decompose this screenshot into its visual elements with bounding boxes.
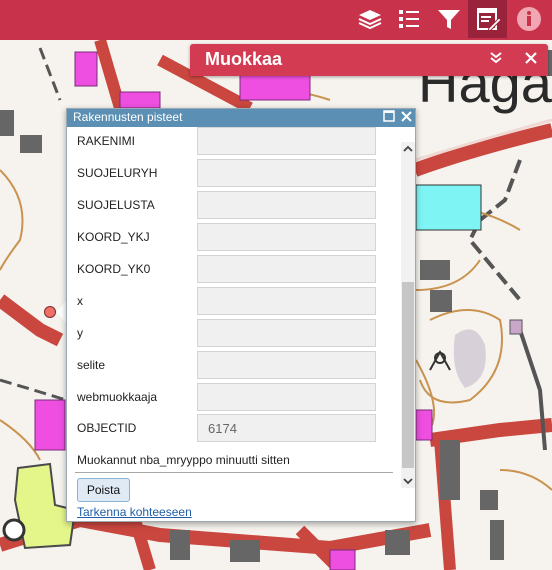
chevron-down-icon xyxy=(403,472,413,490)
koord-yk0-field[interactable] xyxy=(197,255,376,283)
y-field[interactable] xyxy=(197,319,376,347)
delete-button[interactable]: Poista xyxy=(77,478,130,502)
chevron-up-icon xyxy=(403,140,413,158)
field-label: RAKENIMI xyxy=(77,134,136,148)
collapse-button[interactable] xyxy=(486,50,506,70)
maximize-button[interactable] xyxy=(381,110,397,126)
map-toolbar xyxy=(0,0,552,40)
popup-title: Rakennusten pisteet xyxy=(73,110,183,124)
close-edit-panel-button[interactable] xyxy=(521,50,541,70)
legend-button[interactable] xyxy=(389,0,428,38)
info-button[interactable] xyxy=(509,0,548,38)
field-row-koord-yk0: KOORD_YK0 xyxy=(67,253,397,285)
selected-point-marker[interactable] xyxy=(44,306,56,318)
layers-button[interactable] xyxy=(350,0,389,38)
field-row-webmuokkaaja: webmuokkaaja xyxy=(67,381,397,413)
filter-button[interactable] xyxy=(429,0,468,38)
field-label: KOORD_YK0 xyxy=(77,262,151,276)
field-label: selite xyxy=(77,358,106,372)
zoom-to-feature-link[interactable]: Tarkenna kohteeseen xyxy=(77,505,192,519)
edit-panel-header: Muokkaa xyxy=(190,44,548,76)
layers-icon xyxy=(357,6,383,32)
field-label: SUOJELUSTA xyxy=(77,198,155,212)
x-field[interactable] xyxy=(197,287,376,315)
field-row-suojelusta: SUOJELUSTA xyxy=(67,189,397,221)
edit-panel-title: Muokkaa xyxy=(205,49,283,69)
scroll-thumb[interactable] xyxy=(402,282,414,468)
field-row-objectid: OBJECTID xyxy=(67,412,397,444)
field-label: y xyxy=(77,326,83,340)
feature-popup: Rakennusten pisteet RAKENIMI SUOJELURYH … xyxy=(66,108,416,522)
field-row-x: x xyxy=(67,285,397,317)
info-icon xyxy=(516,6,542,32)
field-row-rakenimi: RAKENIMI xyxy=(67,125,397,157)
field-row-suojeluryh: SUOJELURYH xyxy=(67,157,397,189)
close-popup-button[interactable] xyxy=(398,110,414,126)
scroll-down-button[interactable] xyxy=(401,474,415,488)
close-icon xyxy=(400,109,412,127)
scroll-up-button[interactable] xyxy=(401,142,415,156)
edited-info: Muokannut nba_mryyppo minuutti sitten xyxy=(77,453,290,467)
edit-button[interactable] xyxy=(468,0,507,38)
popup-scrollbar[interactable] xyxy=(401,142,415,488)
chevron-double-down-icon xyxy=(489,51,503,70)
webmuokkaaja-field[interactable] xyxy=(197,383,376,411)
field-label: x xyxy=(77,294,83,308)
legend-list-icon xyxy=(396,6,422,32)
suojeluryh-field[interactable] xyxy=(197,159,376,187)
suojelusta-field[interactable] xyxy=(197,191,376,219)
field-label: KOORD_YKJ xyxy=(77,230,150,244)
field-label: OBJECTID xyxy=(77,421,137,435)
divider xyxy=(75,472,393,473)
rakenimi-field[interactable] xyxy=(197,127,376,155)
edit-table-icon xyxy=(475,6,501,32)
objectid-field xyxy=(197,414,376,442)
field-row-y: y xyxy=(67,317,397,349)
field-label: webmuokkaaja xyxy=(77,390,158,404)
koord-ykj-field[interactable] xyxy=(197,223,376,251)
close-icon xyxy=(525,51,537,69)
selite-field[interactable] xyxy=(197,351,376,379)
field-row-koord-ykj: KOORD_YKJ xyxy=(67,221,397,253)
field-label: SUOJELURYH xyxy=(77,166,158,180)
filter-icon xyxy=(436,6,462,32)
field-row-selite: selite xyxy=(67,349,397,381)
